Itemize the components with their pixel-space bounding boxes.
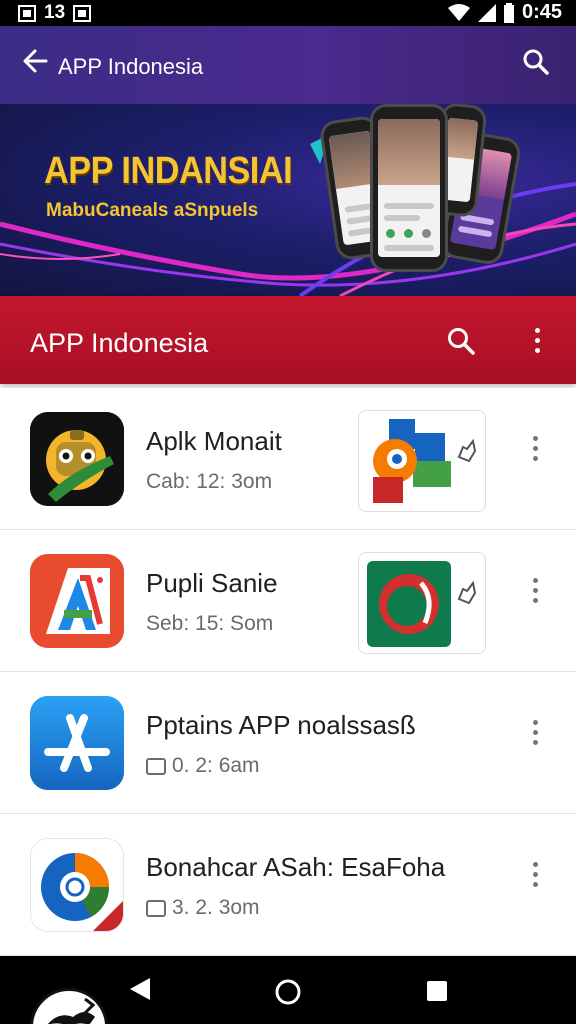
app-thumbnail[interactable] <box>358 410 486 512</box>
app-meta: Seb: 15: Som <box>146 612 274 635</box>
app-meta: Cab: 12: 3om <box>146 470 273 493</box>
battery-icon <box>503 2 514 23</box>
app-name: Aplk Monait <box>146 426 282 456</box>
folder-icon <box>146 757 166 775</box>
list-item[interactable]: Pupli Sanie Seb: 15: Som <box>0 530 576 672</box>
status-left-text: 13 <box>44 2 66 23</box>
nav-home-icon[interactable] <box>274 978 302 1006</box>
more-vert-icon[interactable] <box>532 328 542 353</box>
arrow-left-icon[interactable] <box>22 48 48 74</box>
letter-a-app-icon <box>30 554 124 648</box>
nav-back-icon[interactable] <box>128 976 152 1002</box>
app-meta: 0. 2: 6am <box>172 754 260 777</box>
list-item[interactable]: Pptains APP noalssasß 0. 2: 6am <box>0 672 576 814</box>
app-name: Pptains APP noalssasß <box>146 710 416 740</box>
signal-icon <box>477 3 496 22</box>
top-app-bar: APP Indonesia <box>0 26 576 104</box>
section-app-bar: APP Indonesia <box>0 296 576 384</box>
nav-recents-icon[interactable] <box>426 980 448 1002</box>
status-time: 0:45 <box>521 1 562 23</box>
item-more-icon[interactable] <box>530 436 540 461</box>
app-thumbnail[interactable] <box>358 552 486 654</box>
item-more-icon[interactable] <box>530 720 540 745</box>
app-name: Pupli Sanie <box>146 568 278 598</box>
search-icon[interactable] <box>522 48 550 76</box>
item-more-icon[interactable] <box>530 862 540 887</box>
list-item[interactable]: Bonahcar ASah: EsaFoha 3. 2. 3om <box>0 814 576 956</box>
android-app-icon <box>30 412 124 506</box>
gallery-icon <box>73 4 92 22</box>
app-store-icon <box>30 696 124 790</box>
app-name: Bonahcar ASah: EsaFoha <box>146 852 446 882</box>
item-more-icon[interactable] <box>530 578 540 603</box>
app-meta: 3. 2. 3om <box>172 896 260 919</box>
phone-mockup-center <box>370 104 448 272</box>
search-icon[interactable] <box>446 326 476 356</box>
wifi-icon <box>447 3 470 21</box>
list-item[interactable]: Aplk Monait Cab: 12: 3om <box>0 388 576 530</box>
status-bar: 13 0:45 <box>0 0 576 26</box>
folder-icon <box>146 899 166 917</box>
browser-app-icon <box>30 838 124 932</box>
promo-banner[interactable]: APP INDANSIAI MabuCaneals aSnpuels <box>0 104 576 296</box>
top-bar-title: APP Indonesia <box>58 54 204 79</box>
notification-icon <box>18 4 36 22</box>
banner-subline: MabuCaneals aSnpuels <box>46 200 259 221</box>
section-title: APP Indonesia <box>30 328 209 358</box>
banner-headline: APP INDANSIAI <box>44 150 293 192</box>
